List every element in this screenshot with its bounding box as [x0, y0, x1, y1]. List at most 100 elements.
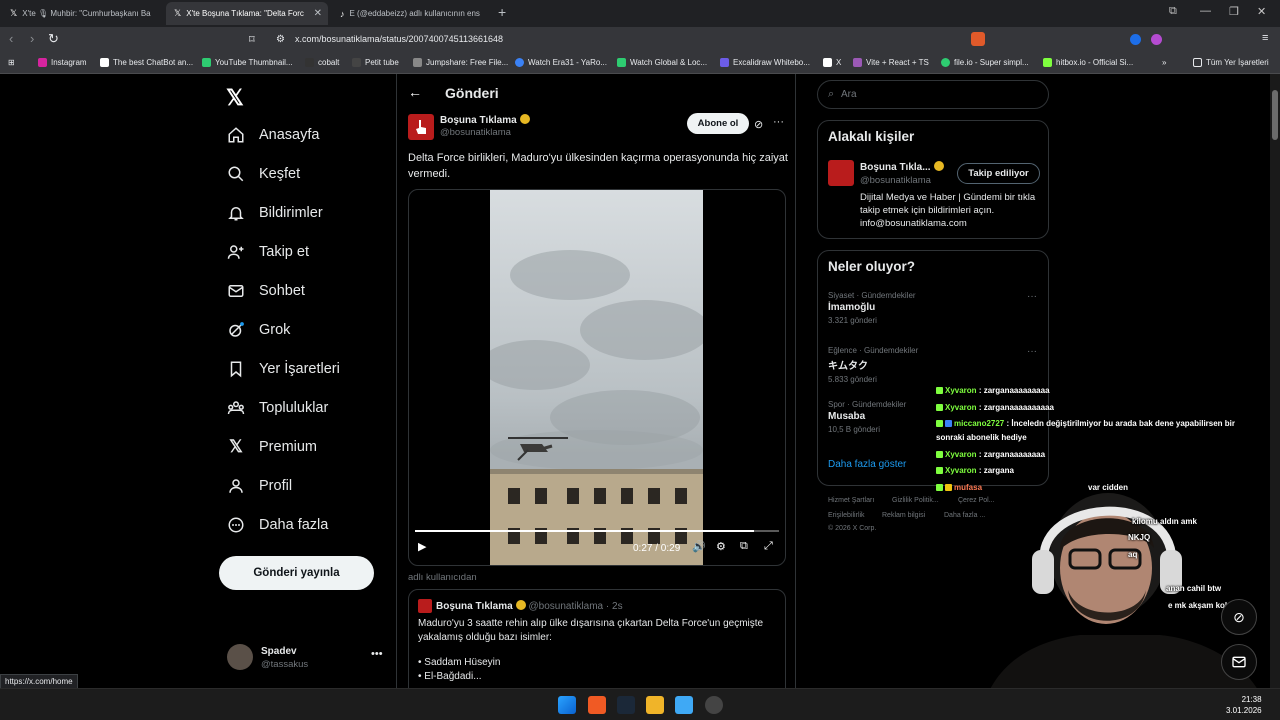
brave-shield-icon[interactable] [971, 32, 985, 46]
footer-link[interactable]: Erişilebilirlik [828, 512, 865, 519]
sidebar-item-notifications[interactable]: Bildirimler [226, 203, 323, 223]
chevron-right-icon[interactable]: » [1162, 58, 1166, 67]
forward-icon[interactable]: › [30, 31, 34, 46]
sidebar-item-communities[interactable]: Topluluklar [226, 398, 328, 418]
sidebar-item-label: Takip et [259, 244, 309, 260]
close-window-icon[interactable]: ✕ [1257, 5, 1266, 18]
extension-icon[interactable] [1151, 34, 1162, 45]
more-dots-icon[interactable]: ••• [371, 648, 383, 660]
close-tab-icon[interactable]: ✕ [314, 8, 322, 19]
trend-count: 5.833 gönderi [828, 375, 877, 384]
sidebar-item-more[interactable]: Daha fazla [226, 515, 328, 535]
obs-icon[interactable] [705, 696, 723, 714]
browser-tab[interactable]: ♪ E (@eddabeizz) adlı kullanıcının ens [332, 2, 494, 25]
settings-gear-icon[interactable]: ⚙ [716, 540, 726, 553]
footer-link[interactable]: Gizlilik Politik... [892, 497, 939, 504]
chat-text: var cidden [1088, 483, 1129, 492]
chat-text: : zarganaaaaaaaa [978, 450, 1046, 459]
more-dots-icon[interactable]: ··· [773, 116, 784, 128]
steam-icon[interactable] [617, 696, 635, 714]
grok-float-button[interactable]: ⊘ [1221, 599, 1257, 635]
system-clock[interactable]: 21:38 3.01.2026 [1226, 694, 1262, 716]
new-tab-icon[interactable]: + [498, 4, 506, 20]
bookmark-icon[interactable]: ⌑ [249, 33, 255, 46]
account-switcher[interactable]: Spadev @tassakus ••• [227, 644, 387, 674]
author-handle[interactable]: @bosunatiklama [440, 127, 511, 138]
bookmark-item[interactable]: file.io - Super simpl... [941, 58, 1029, 67]
tiktok-favicon-icon: ♪ [340, 8, 345, 19]
brave-browser-icon[interactable] [588, 696, 606, 714]
sidebar-item-grok[interactable]: Grok [226, 320, 290, 340]
post-button[interactable]: Gönderi yayınla [219, 556, 374, 590]
bookmark-item[interactable]: Jumpshare: Free File... [413, 58, 508, 67]
bookmark-item[interactable]: Watch Era31 - YaRo... [515, 58, 607, 67]
sidebar-item-home[interactable]: Anasayfa [226, 125, 319, 145]
extensions-icon[interactable]: ⧉ [1169, 5, 1177, 18]
search-input[interactable]: ⌕ Ara [817, 80, 1049, 109]
bookmark-item[interactable]: Excalidraw Whitebo... [720, 58, 810, 67]
author-avatar[interactable] [408, 114, 434, 140]
fullscreen-icon[interactable]: ⤢ [764, 540, 773, 553]
avatar[interactable] [828, 160, 854, 186]
play-icon[interactable]: ▶ [418, 540, 426, 553]
bookmark-item[interactable]: Petit tube [352, 58, 399, 67]
bookmark-item[interactable]: Watch Global & Loc... [617, 58, 707, 67]
sidebar-item-follow[interactable]: Takip et [226, 242, 309, 262]
page-title: Gönderi [445, 85, 499, 101]
browser-tab-active[interactable]: 𝕏 X'te Boşuna Tıklama: "Delta Forc ✕ [166, 2, 328, 25]
video-player[interactable]: ▶ 0:27 / 0:29 🔊 ⚙ ⧉ ⤢ [408, 189, 786, 566]
windows-start-icon[interactable] [558, 696, 576, 714]
browser-tab[interactable]: 𝕏 X'te 🎙 Muhbir: "Cumhurbaşkanı Ba [2, 2, 162, 25]
related-name[interactable]: Boşuna Tıkla... [860, 161, 944, 173]
taskbar: 21:38 3.01.2026 [0, 688, 1280, 720]
quoted-post[interactable]: Boşuna Tıklama @bosunatiklama · 2s Madur… [408, 589, 786, 699]
x-logo-icon[interactable]: 𝕏 [226, 85, 244, 111]
menu-icon[interactable]: ≡ [1262, 32, 1268, 44]
messages-float-button[interactable] [1221, 644, 1257, 680]
trend-item[interactable]: Eğlence · Gündemdekiler キムタク 5.833 gönde… [828, 346, 918, 384]
bookmark-label: Watch Global & Loc... [630, 58, 708, 67]
quote-handle: @bosunatiklama · 2s [528, 601, 623, 612]
show-more-link[interactable]: Daha fazla göster [828, 459, 906, 470]
sidebar-item-explore[interactable]: Keşfet [226, 164, 300, 184]
chat-username: Xyvaron [945, 386, 977, 395]
site-settings-icon[interactable]: ⚙ [276, 34, 285, 45]
bookmark-item[interactable]: Vite + React + TS [853, 58, 929, 67]
grok-icon[interactable]: ⊘ [754, 118, 763, 131]
pip-icon[interactable]: ⧉ [740, 540, 748, 553]
bookmark-item[interactable]: hitbox.io - Official Si... [1043, 58, 1133, 67]
chat-text: : zarganaaaaaaaaaa [978, 403, 1054, 412]
trend-item[interactable]: Siyaset · Gündemdekiler İmamoğlu 3.321 g… [828, 291, 916, 325]
url-field[interactable]: x.com/bosunatiklama/status/2007400745113… [295, 34, 503, 44]
bookmark-item[interactable]: The best ChatBot an... [100, 58, 193, 67]
bookmark-item[interactable]: cobalt [305, 58, 339, 67]
more-dots-icon[interactable]: ··· [1027, 291, 1037, 302]
more-dots-icon[interactable]: ··· [1027, 346, 1037, 357]
file-explorer-icon[interactable] [646, 696, 664, 714]
footer-link[interactable]: Hizmet Şartları [828, 497, 874, 504]
all-bookmarks[interactable]: Tüm Yer İşaretleri [1193, 58, 1269, 67]
following-button[interactable]: Takip ediliyor [957, 163, 1040, 184]
extension-icon[interactable] [1130, 34, 1141, 45]
app-icon[interactable] [675, 696, 693, 714]
scrollbar-thumb[interactable] [1272, 90, 1278, 140]
sidebar-item-bookmarks[interactable]: Yer İşaretleri [226, 359, 340, 379]
volume-icon[interactable]: 🔊 [692, 540, 706, 553]
apps-icon[interactable]: ⊞ [8, 58, 15, 67]
sidebar-item-chat[interactable]: Sohbet [226, 281, 305, 301]
reload-icon[interactable]: ↻ [48, 31, 59, 47]
restore-icon[interactable]: ❐ [1229, 5, 1239, 18]
back-arrow-icon[interactable]: ← [408, 84, 422, 100]
trend-item[interactable]: Spor · Gündemdekiler Musaba 10,5 B gönde… [828, 400, 906, 434]
sidebar-item-premium[interactable]: 𝕏 Premium [226, 437, 317, 457]
bookmark-item[interactable]: YouTube Thumbnail... [202, 58, 293, 67]
back-icon[interactable]: ‹ [9, 31, 13, 46]
bookmark-item[interactable]: Instagram [38, 58, 87, 67]
author-name[interactable]: Boşuna Tıklama [440, 114, 530, 126]
video-progress-bar[interactable] [415, 530, 779, 532]
minimize-icon[interactable]: — [1200, 5, 1211, 17]
bookmark-item[interactable]: X [823, 58, 841, 67]
footer-link[interactable]: Reklam bilgisi [882, 512, 925, 519]
subscribe-button[interactable]: Abone ol [687, 113, 749, 134]
sidebar-item-profile[interactable]: Profil [226, 476, 292, 496]
